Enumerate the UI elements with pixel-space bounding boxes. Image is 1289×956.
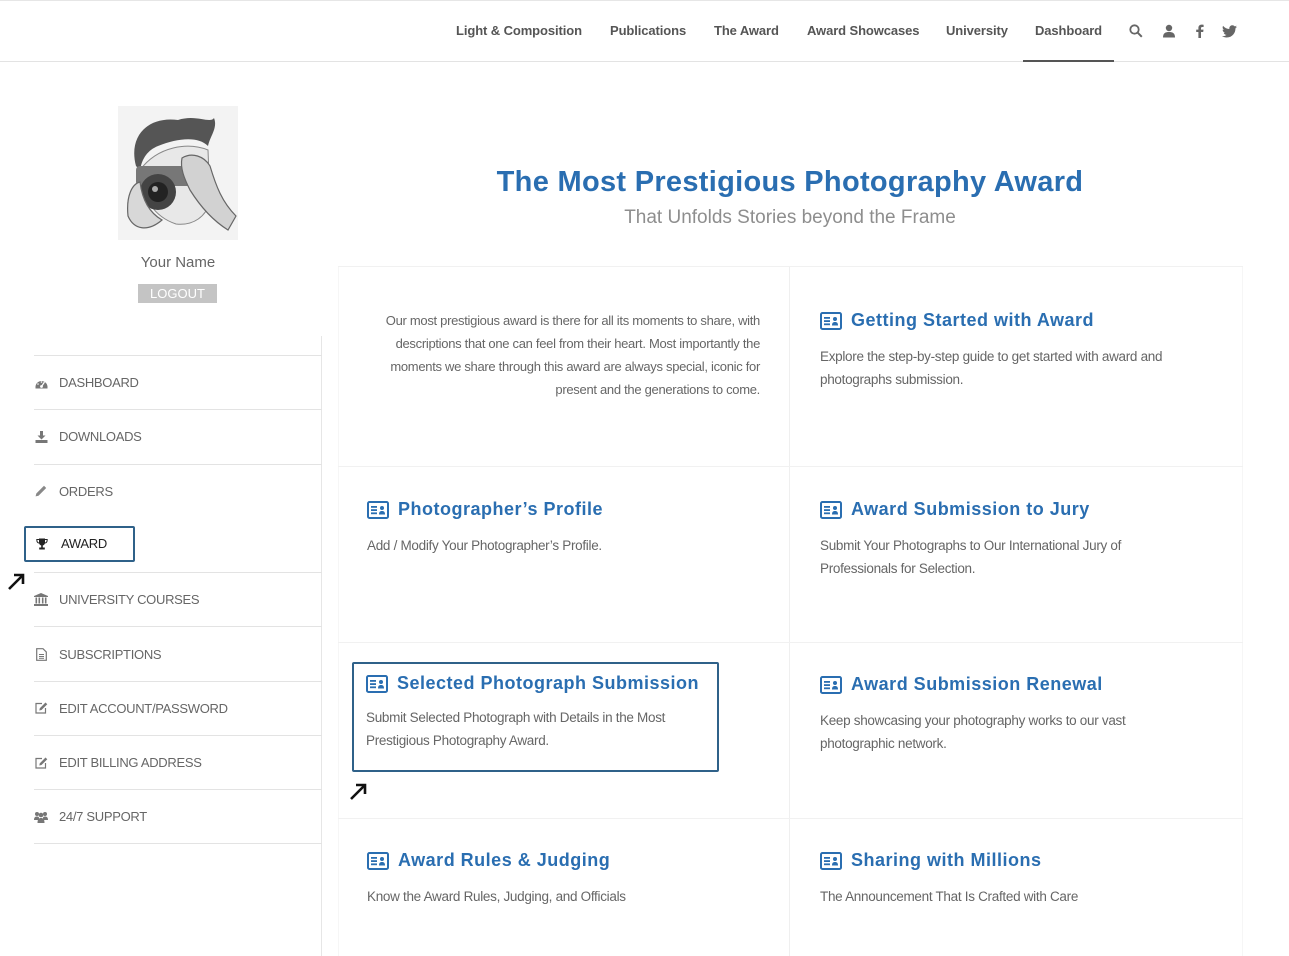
card-selected-photograph-submission[interactable]: Selected Photograph Submission Submit Se… xyxy=(352,662,719,772)
sidebar-item-label: EDIT ACCOUNT/PASSWORD xyxy=(59,700,228,716)
sidebar-item-edit-account-password[interactable]: EDIT ACCOUNT/PASSWORD xyxy=(34,680,322,735)
sidebar-item-label: DOWNLOADS xyxy=(59,429,142,445)
trophy-icon xyxy=(35,537,49,551)
sidebar-item-label: ORDERS xyxy=(59,483,113,499)
grid-border xyxy=(1242,267,1243,956)
sidebar-item-support[interactable]: 24/7 SUPPORT xyxy=(34,789,322,844)
users-icon xyxy=(34,810,48,824)
card-title[interactable]: Photographer’s Profile xyxy=(398,499,603,520)
user-icon[interactable] xyxy=(1160,21,1178,41)
grid-border xyxy=(338,267,339,956)
nav-item-dashboard[interactable]: Dashboard xyxy=(1022,23,1115,62)
id-card-icon xyxy=(367,500,389,519)
sidebar-item-label: AWARD xyxy=(61,536,107,552)
id-card-icon xyxy=(820,500,842,519)
site-header: Light & Composition Publications The Awa… xyxy=(0,0,1289,62)
twitter-icon[interactable] xyxy=(1220,21,1238,41)
grid-divider xyxy=(338,466,1243,467)
document-icon xyxy=(34,647,48,661)
card-title[interactable]: Award Submission to Jury xyxy=(851,499,1090,520)
grid-divider xyxy=(338,642,1243,643)
profile-avatar[interactable] xyxy=(118,106,238,240)
card-award-rules-judging[interactable]: Award Rules & Judging Know the Award Rul… xyxy=(367,850,777,908)
card-award-submission-renewal[interactable]: Award Submission Renewal Keep showcasing… xyxy=(820,674,1180,755)
dashboard-icon xyxy=(34,376,48,390)
sidebar-item-dashboard[interactable]: DASHBOARD xyxy=(34,355,322,409)
download-icon xyxy=(34,430,48,444)
card-title[interactable]: Selected Photograph Submission xyxy=(397,673,699,694)
grid-divider xyxy=(789,267,790,956)
card-sharing-with-millions[interactable]: Sharing with Millions The Announcement T… xyxy=(820,850,1220,908)
id-card-icon xyxy=(820,851,842,870)
facebook-icon[interactable] xyxy=(1190,21,1208,41)
id-card-icon xyxy=(820,675,842,694)
nav-item-light-composition[interactable]: Light & Composition xyxy=(456,23,582,38)
card-title[interactable]: Award Submission Renewal xyxy=(851,674,1103,695)
card-description: Know the Award Rules, Judging, and Offic… xyxy=(367,889,626,904)
grid-divider xyxy=(338,818,1243,819)
card-title[interactable]: Getting Started with Award xyxy=(851,310,1094,331)
hero-subtitle: That Unfolds Stories beyond the Frame xyxy=(624,207,956,228)
nav-item-university[interactable]: University xyxy=(946,23,1008,38)
award-active-box[interactable]: AWARD xyxy=(24,525,135,562)
card-description: Add / Modify Your Photographer’s Profile… xyxy=(367,538,602,553)
card-description: Keep showcasing your photography works t… xyxy=(820,713,1126,751)
edit-icon xyxy=(34,701,48,715)
sidebar-item-label: UNIVERSITY COURSES xyxy=(59,592,200,608)
sidebar-item-orders[interactable]: ORDERS xyxy=(34,463,322,518)
card-description: Submit Selected Photograph with Details … xyxy=(366,710,666,748)
id-card-icon xyxy=(366,674,388,693)
sidebar-item-edit-billing-address[interactable]: EDIT BILLING ADDRESS xyxy=(34,735,322,789)
sidebar-item-label: DASHBOARD xyxy=(59,375,139,391)
profile-name: Your Name xyxy=(140,254,216,271)
hero-title: The Most Prestigious Photography Award xyxy=(496,166,1084,198)
card-award-submission-jury[interactable]: Award Submission to Jury Submit Your Pho… xyxy=(820,499,1180,580)
sidebar-item-label: EDIT BILLING ADDRESS xyxy=(59,755,202,771)
institution-icon xyxy=(34,593,48,607)
id-card-icon xyxy=(367,851,389,870)
sidebar-item-label: 24/7 SUPPORT xyxy=(59,809,147,825)
card-description: The Announcement That Is Crafted with Ca… xyxy=(820,889,1079,904)
intro-text: Our most prestigious award is there for … xyxy=(385,313,761,397)
edit-icon xyxy=(34,756,48,770)
nav-item-publications[interactable]: Publications xyxy=(610,23,686,38)
pencil-icon xyxy=(34,484,48,498)
card-photographers-profile[interactable]: Photographer’s Profile Add / Modify Your… xyxy=(367,499,777,557)
sidebar-item-label: SUBSCRIPTIONS xyxy=(59,646,162,662)
card-description: Explore the step-by-step guide to get st… xyxy=(820,349,1163,387)
id-card-icon xyxy=(820,311,842,330)
pointer-arrow-icon xyxy=(8,573,25,590)
card-title[interactable]: Award Rules & Judging xyxy=(398,850,610,871)
sidebar-item-university-courses[interactable]: UNIVERSITY COURSES xyxy=(34,572,322,626)
card-title[interactable]: Sharing with Millions xyxy=(851,850,1042,871)
card-description: Submit Your Photographs to Our Internati… xyxy=(820,538,1122,576)
nav-item-the-award[interactable]: The Award xyxy=(714,23,779,38)
logout-button[interactable]: LOGOUT xyxy=(138,284,217,303)
sidebar-item-award[interactable]: AWARD xyxy=(24,518,322,572)
search-icon[interactable] xyxy=(1127,21,1145,41)
sidebar-item-downloads[interactable]: DOWNLOADS xyxy=(34,409,322,463)
sidebar-item-subscriptions[interactable]: SUBSCRIPTIONS xyxy=(34,626,322,680)
main-nav: Light & Composition Publications The Awa… xyxy=(0,1,1289,63)
nav-item-award-showcases[interactable]: Award Showcases xyxy=(807,23,920,38)
sidebar-menu: DASHBOARD DOWNLOADS ORDERS AWARD UNIVERS… xyxy=(24,355,322,844)
card-getting-started[interactable]: Getting Started with Award Explore the s… xyxy=(820,310,1220,391)
